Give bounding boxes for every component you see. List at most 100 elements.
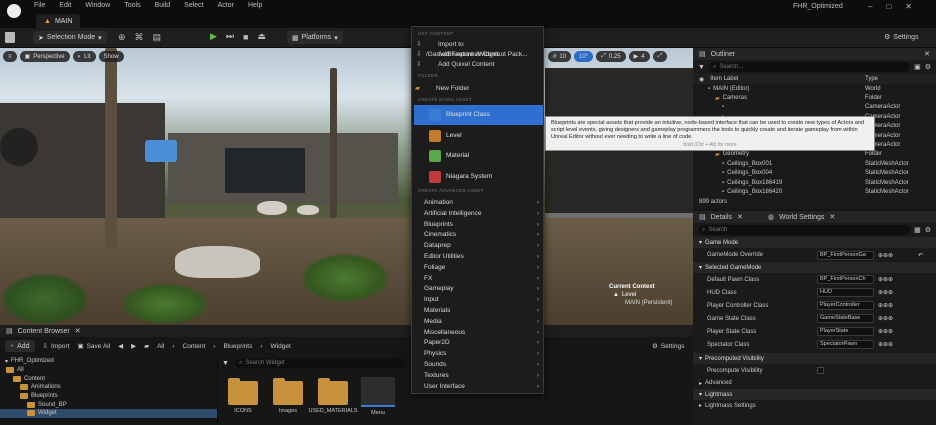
outliner-row[interactable]: ▰ Geometry Folder (693, 150, 936, 159)
menu-advanced-item[interactable]: Dataprep › (412, 240, 543, 251)
close-icon[interactable]: ✕ (905, 2, 912, 11)
menu-advanced-item[interactable]: Miscellaneous › (412, 327, 543, 338)
outliner-row[interactable]: ▰ Cameras Folder (693, 93, 936, 102)
property-dropdown[interactable]: HUD (817, 288, 874, 297)
menu-tools[interactable]: Tools (124, 2, 140, 9)
menu-edit[interactable]: Edit (59, 2, 71, 9)
minimize-icon[interactable]: – (868, 2, 872, 11)
menu-basic-asset-item[interactable]: Niagara System (414, 167, 543, 187)
menu-advanced-item[interactable]: Textures › (412, 370, 543, 381)
close-icon[interactable]: ✕ (75, 327, 81, 335)
section-game-mode[interactable]: ▾ Game Mode (693, 237, 936, 248)
asset-tile[interactable]: Menu (361, 377, 395, 416)
section-precomputed-visibility[interactable]: ▾ Precomputed Visibility (693, 353, 936, 364)
add-button[interactable]: + Add (5, 340, 35, 352)
section-selected-gamemode[interactable]: ▾ Selected GameMode (693, 262, 936, 273)
browse-icon[interactable]: ⊕⊕⊕ (878, 276, 893, 283)
save-all-button[interactable]: ▣ Save All (77, 342, 110, 351)
menu-advanced-item[interactable]: Animation › (412, 197, 543, 208)
menu-advanced-item[interactable]: Paper2D › (412, 337, 543, 348)
menu-basic-asset-item[interactable]: Material (414, 146, 543, 166)
breadcrumb-item[interactable]: Widget (271, 343, 291, 350)
menu-advanced-item[interactable]: Materials › (412, 305, 543, 316)
menu-advanced-item[interactable]: Editor Utilities › (412, 251, 543, 262)
show-button[interactable]: Show (98, 51, 124, 62)
cb-settings-button[interactable]: ⚙ Settings (652, 342, 684, 351)
folder-tile[interactable]: ICONS (226, 377, 260, 414)
menu-advanced-item[interactable]: Media › (412, 316, 543, 327)
precompute-visibility-checkbox[interactable] (817, 367, 824, 374)
perspective-button[interactable]: ▣ Perspective (19, 51, 70, 62)
folder-tree-item[interactable]: Content (0, 375, 217, 384)
tab-details[interactable]: Details (711, 214, 732, 221)
grid-view-icon[interactable]: ▦ (914, 226, 921, 234)
gear-icon[interactable]: ⚙ (925, 226, 931, 234)
menu-get-content-item[interactable]: ⇩ Import to /Game/Blueprints/Widget... (412, 40, 543, 58)
grid-size-button[interactable]: #10 (548, 51, 572, 62)
property-dropdown[interactable]: GameStateBase (817, 314, 874, 323)
menu-basic-asset-item[interactable]: Blueprint Class (414, 105, 543, 125)
add-actor-icon[interactable]: ⊕ (118, 32, 126, 43)
unreal-logo-icon[interactable] (7, 4, 21, 18)
browse-icon[interactable]: ⊕⊕⊗ (878, 252, 893, 259)
gear-icon[interactable]: ⚙ (925, 63, 931, 71)
viewport-menu-button[interactable]: ≡ (3, 51, 17, 62)
skip-icon[interactable]: ⏭ (226, 31, 234, 42)
outliner-row[interactable]: ▪ CameraActor (693, 103, 936, 112)
outliner-row[interactable]: ▪ Ceilings_Box001 StaticMeshActor (693, 159, 936, 168)
play-icon[interactable]: ▶ (210, 31, 217, 42)
menu-advanced-item[interactable]: Input › (412, 294, 543, 305)
menu-advanced-item[interactable]: Physics › (412, 348, 543, 359)
selection-mode-button[interactable]: ➤ Selection Mode ▾ (33, 31, 107, 44)
tab-world-settings[interactable]: World Settings (779, 214, 824, 221)
camera-actor[interactable] (0, 128, 38, 166)
folder-icon[interactable]: ▰ (144, 342, 149, 350)
back-icon[interactable]: ◀ (118, 342, 123, 350)
filter-icon[interactable]: ▼ (222, 360, 229, 367)
outliner-row[interactable]: ▪ Ceilings_Box004 StaticMeshActor (693, 169, 936, 178)
menu-window[interactable]: Window (85, 2, 110, 9)
reset-icon[interactable]: ↶ (918, 252, 923, 259)
import-button[interactable]: ⇩ Import (43, 342, 70, 351)
menu-advanced-item[interactable]: Sounds › (412, 359, 543, 370)
folder-add-icon[interactable]: ▣ (914, 63, 921, 71)
eject-icon[interactable]: ⏏ (257, 31, 266, 42)
property-dropdown[interactable]: PlayerController (817, 301, 874, 310)
asset-search-input[interactable]: ⌕ Search Widget (234, 358, 405, 368)
blueprint-icon[interactable]: ⌘ (135, 32, 144, 43)
settings-button[interactable]: ⚙ Settings (884, 33, 919, 42)
folder-tree-item[interactable]: Blueprints (0, 392, 217, 401)
col-type[interactable]: Type (865, 76, 878, 82)
folder-tree-item[interactable]: Animations (0, 383, 217, 392)
breadcrumb-item[interactable]: All (157, 343, 164, 350)
level-viewport[interactable]: ≡ ▣ Perspective ◐ Lit Show #10 10° ⤢ 0.25 ▶… (0, 48, 693, 325)
menu-help[interactable]: Help (248, 2, 262, 9)
maximize-icon[interactable]: □ (886, 2, 891, 11)
browse-icon[interactable]: ⊕⊕⊕ (878, 289, 893, 296)
col-item-label[interactable]: Item Label (710, 76, 738, 82)
breadcrumb-item[interactable]: Blueprints (223, 343, 252, 350)
folder-tree-item[interactable]: Sound_BP (0, 400, 217, 409)
breadcrumb-item[interactable]: Content (183, 343, 206, 350)
menu-get-content-item[interactable]: ⇩ Add Quixel Content (412, 60, 543, 70)
menu-advanced-item[interactable]: User Interface › (412, 381, 543, 392)
details-search-input[interactable]: ⌕ Search (698, 225, 911, 235)
lit-button[interactable]: ◐ Lit (72, 51, 96, 62)
outliner-row[interactable]: ▪ Ceilings_Box186420 StaticMeshActor (693, 187, 936, 196)
outliner-row[interactable]: ▪ Ceilings_Box186419 StaticMeshActor (693, 178, 936, 187)
save-icon[interactable] (5, 32, 15, 43)
browse-icon[interactable]: ⊕⊕⊕ (878, 328, 893, 335)
filter-icon[interactable]: ▼ (698, 64, 705, 71)
scale-snap-button[interactable]: ⤢ 0.25 (596, 51, 626, 62)
menu-advanced-item[interactable]: FX › (412, 273, 543, 284)
close-icon[interactable]: ✕ (737, 213, 743, 221)
level-tab[interactable]: ▲ MAIN (36, 14, 81, 28)
menu-advanced-item[interactable]: Artificial Intelligence › (412, 208, 543, 219)
folder-tile[interactable]: Images (271, 377, 305, 414)
forward-icon[interactable]: ▶ (131, 342, 136, 350)
folder-tile[interactable]: USED_MATERIALS (308, 377, 358, 414)
gamemode-override-dropdown[interactable]: BP_FirstPersonGa (817, 250, 874, 260)
menu-advanced-item[interactable]: Foliage › (412, 262, 543, 273)
lightmass-settings-row[interactable]: ▸ Lightmass Settings (693, 400, 936, 411)
platforms-button[interactable]: ▦ Platforms ▾ (287, 31, 343, 44)
